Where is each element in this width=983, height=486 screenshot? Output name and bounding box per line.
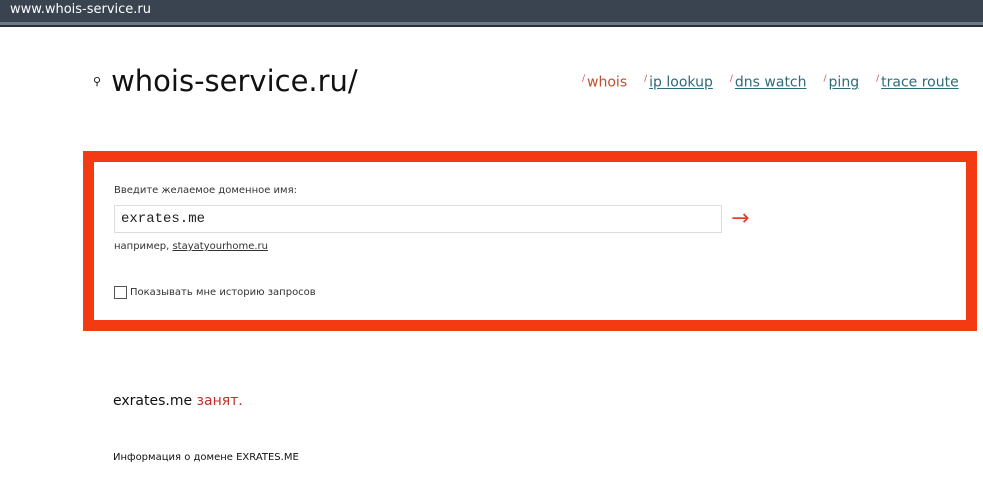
history-checkbox[interactable]: Показывать мне историю запросов — [114, 286, 316, 299]
whois-form: Введите желаемое доменное имя: exrates.m… — [83, 151, 977, 331]
domain-info-heading: Информация о домене EXRATES.ME — [113, 452, 299, 463]
submit-arrow-button[interactable]: → — [731, 206, 749, 231]
search-icon: ⚲ — [93, 74, 102, 88]
top-nav: / whois / ip lookup / dns watch / ping / trac… — [582, 74, 959, 91]
history-label: Показывать мне историю запросов — [130, 287, 316, 298]
nav-ip-lookup[interactable]: ip lookup — [649, 75, 713, 91]
nav-ping[interactable]: ping — [829, 75, 860, 91]
address-bar[interactable]: www.whois-service.ru — [0, 0, 983, 25]
result-domain: exrates.me — [113, 393, 193, 409]
example-link[interactable]: stayatyourhome.ru — [172, 241, 268, 252]
nav-trace-route[interactable]: trace route — [881, 75, 959, 91]
example-prefix: например, — [114, 241, 170, 252]
result-status: exrates.me занят. — [113, 393, 243, 409]
url-text[interactable]: www.whois-service.ru — [10, 2, 151, 17]
nav-dns-watch[interactable]: dns watch — [735, 75, 807, 91]
status-text: занят. — [196, 393, 243, 409]
example-text: например, stayatyourhome.ru — [114, 241, 268, 252]
checkbox[interactable] — [114, 286, 127, 299]
nav-whois[interactable]: whois — [587, 75, 627, 91]
site-logo[interactable]: ⚲ whois-service.ru/ — [93, 64, 358, 98]
domain-label: Введите желаемое доменное имя: — [114, 185, 297, 196]
logo-text: whois-service.ru/ — [111, 64, 358, 98]
domain-input[interactable]: exrates.me — [114, 205, 722, 233]
